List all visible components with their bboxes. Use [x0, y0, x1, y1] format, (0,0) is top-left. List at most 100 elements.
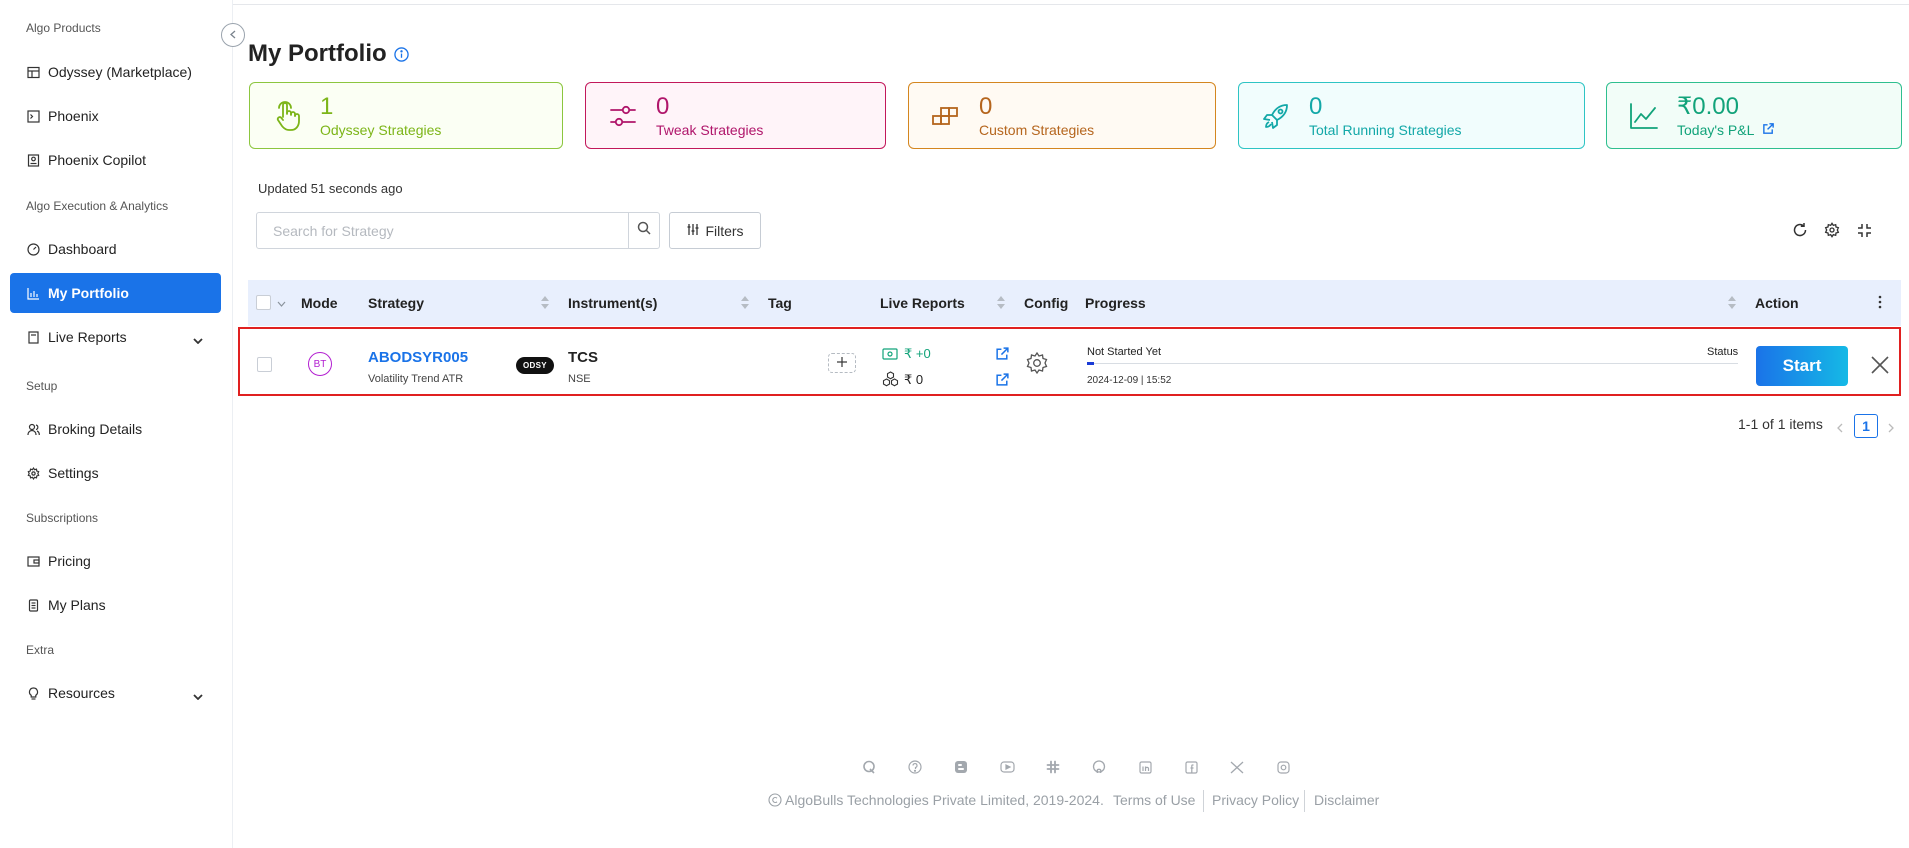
card-value: 0: [656, 92, 670, 120]
volume-external-link-icon[interactable]: [995, 372, 1010, 392]
terms-link[interactable]: Terms of Use: [1113, 792, 1195, 808]
sort-icon[interactable]: [997, 296, 1005, 312]
external-link-icon[interactable]: [1762, 122, 1775, 138]
blogger-icon[interactable]: [953, 759, 969, 775]
column-tag: Tag: [768, 295, 792, 311]
sidebar-item-live-reports[interactable]: Live Reports: [10, 317, 221, 357]
sidebar-item-my-plans[interactable]: My Plans: [10, 585, 221, 625]
x-icon[interactable]: [1229, 759, 1245, 775]
github-icon[interactable]: [1091, 759, 1107, 775]
settings-gear-icon[interactable]: [1823, 221, 1841, 239]
sidebar-item-phoenix[interactable]: Phoenix: [10, 96, 221, 136]
sidebar-item-broking-details[interactable]: Broking Details: [10, 409, 221, 449]
section-title-subscriptions: Subscriptions: [26, 511, 99, 525]
search-button[interactable]: [628, 213, 659, 248]
select-all-checkbox[interactable]: [256, 295, 271, 310]
card-odyssey-strategies[interactable]: 1 Odyssey Strategies: [249, 82, 563, 149]
page-title: My Portfolio: [248, 40, 387, 67]
top-divider: [233, 4, 1909, 5]
bulb-icon: [26, 686, 40, 700]
chevron-down-icon[interactable]: [193, 687, 203, 703]
sidebar: Algo Products Odyssey (Marketplace) Phoe…: [0, 0, 233, 848]
chevron-down-icon[interactable]: [277, 294, 286, 310]
refresh-icon[interactable]: [1791, 221, 1809, 239]
linkedin-icon[interactable]: [1137, 759, 1153, 775]
column-strategy[interactable]: Strategy: [368, 295, 424, 311]
facebook-icon[interactable]: [1183, 759, 1199, 775]
sidebar-item-label: Phoenix Copilot: [48, 152, 147, 168]
sidebar-item-odyssey[interactable]: Odyssey (Marketplace): [10, 52, 221, 92]
plans-icon: [26, 598, 40, 612]
fullscreen-exit-icon[interactable]: [1855, 221, 1873, 239]
sidebar-item-label: Dashboard: [48, 241, 117, 257]
column-live-reports[interactable]: Live Reports: [880, 295, 965, 311]
sort-icon[interactable]: [541, 296, 549, 312]
column-instruments[interactable]: Instrument(s): [568, 295, 657, 311]
quora-icon[interactable]: [861, 759, 877, 775]
instagram-icon[interactable]: [1275, 759, 1291, 775]
instrument-name: TCS: [568, 349, 598, 366]
card-tweak-strategies[interactable]: 0 Tweak Strategies: [585, 82, 886, 149]
search-input[interactable]: [257, 213, 628, 248]
search-box: [256, 212, 660, 249]
sidebar-item-pricing[interactable]: Pricing: [10, 541, 221, 581]
more-vertical-icon[interactable]: [1878, 295, 1882, 312]
progress-track: [1087, 363, 1738, 364]
row-checkbox[interactable]: [257, 357, 272, 372]
disclaimer-link[interactable]: Disclaimer: [1314, 792, 1379, 808]
slack-icon[interactable]: [1045, 759, 1061, 775]
strategy-name-link[interactable]: ABODSYR005: [368, 349, 468, 366]
updated-text: Updated 51 seconds ago: [258, 181, 403, 196]
filters-button[interactable]: Filters: [669, 212, 761, 249]
gear-icon: [26, 466, 40, 480]
pnl-value: ₹ +0: [904, 346, 931, 361]
bar-chart-icon: [26, 286, 40, 300]
page-number-current[interactable]: 1: [1854, 414, 1878, 438]
sidebar-item-phoenix-copilot[interactable]: Phoenix Copilot: [10, 140, 221, 180]
hand-pointer-icon: [270, 99, 304, 133]
instrument-exchange: NSE: [568, 373, 591, 385]
sidebar-item-my-portfolio[interactable]: My Portfolio: [10, 273, 221, 313]
money-icon: [882, 347, 898, 365]
card-todays-pnl[interactable]: ₹0.00 Today's P&L: [1606, 82, 1902, 149]
prev-page-icon[interactable]: [1837, 420, 1843, 438]
start-button[interactable]: Start: [1756, 346, 1848, 386]
pnl-external-link-icon[interactable]: [995, 346, 1010, 366]
sidebar-item-label: Resources: [48, 685, 115, 701]
help-icon[interactable]: [907, 759, 923, 775]
next-page-icon[interactable]: [1888, 420, 1894, 438]
sort-icon[interactable]: [741, 296, 749, 312]
card-label: Custom Strategies: [979, 121, 1095, 138]
chevron-down-icon[interactable]: [193, 331, 203, 347]
rocket-icon: [1259, 99, 1293, 133]
collapse-sidebar-button[interactable]: [221, 23, 245, 47]
progress-fill: [1087, 362, 1094, 365]
card-label: Odyssey Strategies: [320, 121, 442, 138]
add-tag-button[interactable]: [828, 353, 856, 373]
progress-date: 2024-12-09 | 15:52: [1087, 375, 1172, 386]
card-label: Tweak Strategies: [656, 121, 764, 138]
config-gear-icon[interactable]: [1025, 351, 1049, 380]
section-title-algo-products: Algo Products: [26, 21, 101, 35]
sidebar-item-resources[interactable]: Resources: [10, 673, 221, 713]
info-icon[interactable]: [394, 47, 409, 67]
card-label-wrap: Today's P&L: [1677, 122, 1775, 138]
sidebar-item-settings[interactable]: Settings: [10, 453, 221, 493]
sort-icon[interactable]: [1728, 296, 1736, 312]
footer-divider: [1203, 790, 1204, 812]
column-mode: Mode: [301, 295, 338, 311]
section-title-setup: Setup: [26, 379, 58, 393]
close-icon[interactable]: [1871, 356, 1889, 379]
odsy-badge: ODSY: [516, 357, 554, 374]
card-value: ₹0.00: [1677, 92, 1739, 120]
sidebar-item-label: Broking Details: [48, 421, 143, 437]
privacy-link[interactable]: Privacy Policy: [1212, 792, 1299, 808]
terminal-icon: [26, 109, 40, 123]
youtube-icon[interactable]: [999, 759, 1015, 775]
card-value: 1: [320, 92, 334, 120]
column-progress[interactable]: Progress: [1085, 295, 1146, 311]
card-custom-strategies[interactable]: 0 Custom Strategies: [908, 82, 1216, 149]
card-total-running[interactable]: 0 Total Running Strategies: [1238, 82, 1585, 149]
filters-label: Filters: [705, 222, 744, 239]
sidebar-item-dashboard[interactable]: Dashboard: [10, 229, 221, 269]
